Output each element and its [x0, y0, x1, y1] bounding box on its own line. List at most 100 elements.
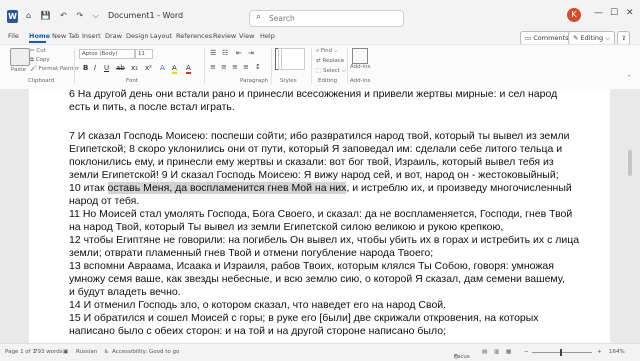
- editing-group-label: Editing: [318, 78, 338, 84]
- language-indicator[interactable]: Russian: [76, 349, 97, 355]
- tab-file[interactable]: File: [8, 32, 19, 40]
- tab-draw[interactable]: Draw: [105, 32, 122, 40]
- document-line: умножу семя ваше, как звезды небесные, и…: [69, 273, 565, 285]
- share-icon: ⇪: [621, 34, 627, 42]
- styles-gallery-heading[interactable]: [281, 48, 305, 70]
- document-line: Египетской; 8 скоро уклонились они от пу…: [69, 143, 563, 155]
- text-effects-button[interactable]: A: [160, 64, 165, 72]
- text-run: , и истреблю их, и произведу многочислен…: [346, 182, 572, 194]
- tab-review[interactable]: Review: [213, 32, 236, 40]
- line-spacing-icon[interactable]: ↕: [255, 63, 261, 71]
- document-line: 6 На другой день они встали рано и прине…: [69, 88, 558, 100]
- select-button[interactable]: ⬚ Select ⌵: [316, 68, 346, 75]
- copy-button[interactable]: ⧉ Copy: [30, 57, 50, 64]
- bold-button[interactable]: B: [83, 64, 88, 72]
- find-label: Find: [320, 48, 333, 54]
- comment-icon: ▭: [525, 34, 534, 42]
- document-line: на народ Твой, который Ты вывел из земли…: [69, 221, 504, 233]
- customize-qat-icon[interactable]: ⌵: [93, 11, 99, 20]
- web-layout-icon[interactable]: ▦: [506, 349, 511, 355]
- numbering-icon[interactable]: ☷: [222, 49, 228, 57]
- italic-button[interactable]: I: [94, 64, 96, 72]
- find-button[interactable]: ⌕ Find ⌵: [316, 48, 338, 55]
- align-center-icon[interactable]: ≡: [221, 63, 227, 71]
- accessibility-icon: ♿: [104, 349, 109, 355]
- zoom-slider[interactable]: [532, 352, 592, 353]
- addins-button[interactable]: Add-ins: [350, 64, 371, 70]
- search-input[interactable]: ⌕ Search: [249, 10, 404, 27]
- document-line: поклонились ему, и принесли ему жертвы и…: [69, 156, 554, 168]
- avatar[interactable]: K: [567, 8, 581, 22]
- active-tab-indicator: [29, 41, 46, 43]
- align-right-icon[interactable]: ≡: [232, 63, 238, 71]
- word-count[interactable]: 793 words: [34, 349, 63, 355]
- clipboard-group-label: Clipboard: [28, 78, 55, 84]
- tab-help[interactable]: Help: [260, 32, 275, 40]
- ribbon-home: Paste ✂ Cut ⧉ Copy 🖌 Format Painter Clip…: [0, 44, 640, 90]
- tab-design[interactable]: Design: [126, 32, 148, 40]
- strikethrough-button[interactable]: ab: [116, 64, 125, 72]
- redo-icon[interactable]: ↷: [76, 11, 83, 20]
- vertical-scrollbar[interactable]: [627, 89, 633, 343]
- decrease-indent-icon[interactable]: ⇤: [236, 49, 242, 57]
- replace-label: Replace: [322, 58, 345, 64]
- document-body[interactable]: 6 На другой день они встали рано и прине…: [69, 88, 584, 338]
- addins-icon[interactable]: [352, 48, 368, 64]
- search-placeholder: Search: [269, 14, 295, 23]
- underline-button[interactable]: U: [104, 64, 109, 72]
- superscript-button[interactable]: x²: [145, 64, 152, 72]
- page-count[interactable]: Page 1 of 1: [5, 349, 36, 355]
- document-line: земли; отврати пламенный гнев Твой и отм…: [69, 247, 434, 259]
- document-line: 11 Но Моисей стал умолять Господа, Бога …: [69, 208, 573, 220]
- font-name-select[interactable]: Aptos (Body): [79, 49, 135, 59]
- increase-indent-icon[interactable]: ⇥: [248, 49, 254, 57]
- comments-button[interactable]: ▭ Comments: [520, 31, 574, 45]
- font-size-select[interactable]: 11: [135, 49, 153, 59]
- divider: [347, 48, 348, 84]
- paste-icon[interactable]: [10, 48, 30, 66]
- align-left-icon[interactable]: ≡: [210, 63, 216, 71]
- justify-icon[interactable]: ≡: [243, 63, 249, 71]
- document-line: 13 вспомни Авраама, Исаака и Израиля, ра…: [69, 260, 554, 272]
- read-mode-icon[interactable]: ▤: [482, 349, 487, 355]
- replace-button[interactable]: ⇄ Replace: [316, 58, 344, 64]
- print-layout-icon[interactable]: ▥: [494, 349, 499, 355]
- document-line: 7 И сказал Господь Моисею: поспеши сойти…: [69, 130, 570, 142]
- collapse-ribbon-icon[interactable]: ⌃: [627, 75, 632, 81]
- tab-references[interactable]: References: [176, 32, 212, 40]
- autosave-icon[interactable]: ⌂: [26, 11, 31, 20]
- paste-button[interactable]: Paste: [11, 67, 26, 73]
- document-title: Document1 - Word: [108, 11, 184, 20]
- share-button[interactable]: ⇪: [617, 31, 631, 45]
- cut-label: Cut: [36, 48, 46, 54]
- tab-new-tab[interactable]: New Tab: [52, 32, 79, 40]
- addins-group-label: Add-ins: [350, 78, 371, 84]
- highlight-button[interactable]: A: [172, 64, 177, 74]
- save-icon[interactable]: 💾: [41, 11, 51, 20]
- close-button[interactable]: ✕: [626, 8, 634, 18]
- maximize-button[interactable]: ☐: [610, 8, 618, 18]
- zoom-out-icon[interactable]: −: [524, 349, 529, 355]
- tab-home[interactable]: Home: [29, 32, 50, 40]
- font-group-label: Font: [126, 78, 138, 84]
- proofing-icon[interactable]: ▣: [63, 349, 68, 355]
- selected-text[interactable]: оставь Меня, да воспламенится гнев Мой н…: [107, 182, 347, 194]
- format-painter-button[interactable]: 🖌 Format Painter: [30, 66, 79, 72]
- bullets-icon[interactable]: ☰: [210, 49, 216, 57]
- tab-view[interactable]: View: [239, 32, 254, 40]
- subscript-button[interactable]: x₂: [131, 64, 138, 72]
- font-color-button[interactable]: A: [186, 64, 191, 74]
- undo-icon[interactable]: ↶: [60, 11, 67, 20]
- status-bar: Page 1 of 1 793 words ▣ Russian ♿ Access…: [0, 343, 640, 361]
- minimize-button[interactable]: —: [594, 8, 603, 18]
- scrollbar-thumb[interactable]: [628, 150, 632, 176]
- zoom-in-icon[interactable]: +: [597, 349, 602, 355]
- tab-layout[interactable]: Layout: [150, 32, 172, 40]
- zoom-level[interactable]: 164%: [609, 349, 625, 355]
- accessibility-status[interactable]: Accessibility: Good to go: [112, 349, 179, 355]
- paragraph-group-label: Paragraph: [240, 78, 269, 84]
- editing-mode-button[interactable]: ✎ Editing ⌵: [568, 31, 616, 45]
- tab-insert[interactable]: Insert: [82, 32, 101, 40]
- zoom-slider-handle[interactable]: [560, 349, 562, 356]
- cut-button[interactable]: ✂ Cut: [30, 48, 46, 54]
